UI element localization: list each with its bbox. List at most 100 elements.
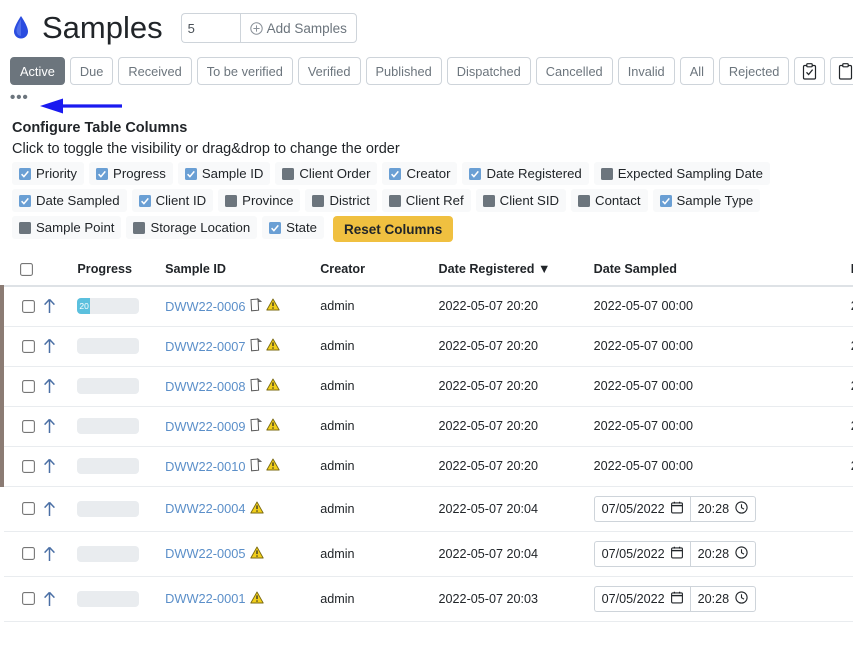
clock-icon[interactable] [735,591,748,607]
calendar-icon[interactable] [671,546,683,562]
table-row[interactable]: DWW22-0008admin2022-05-07 20:202022-05-0… [2,366,853,406]
tab-rejected[interactable]: Rejected [719,57,790,85]
sample-id-link[interactable]: DWW22-0005 [165,546,245,561]
column-toggle-client-id[interactable]: Client ID [132,189,214,212]
copy-document-icon[interactable] [250,298,262,315]
header-progress[interactable]: Progress [73,256,161,286]
column-toggle-label: Progress [113,166,166,181]
column-toggle-sample-type[interactable]: Sample Type [653,189,761,212]
clipboard-button[interactable] [830,57,853,85]
calendar-icon[interactable] [671,591,683,607]
warning-icon[interactable] [266,458,280,474]
warning-icon[interactable] [250,501,264,517]
sample-id-link[interactable]: DWW22-0007 [165,339,245,354]
header-next-column[interactable]: D [847,256,853,286]
clock-icon[interactable] [735,501,748,517]
calendar-icon[interactable] [671,501,683,517]
column-toggle-expected-sampling-date[interactable]: Expected Sampling Date [594,162,770,185]
header-date-sampled[interactable]: Date Sampled [590,256,847,286]
sample-id-link[interactable]: DWW22-0009 [165,419,245,434]
copy-document-icon[interactable] [250,458,262,475]
column-toggle-sample-id[interactable]: Sample ID [178,162,271,185]
annotation-arrow-icon [38,96,124,121]
sample-id-link[interactable]: DWW22-0010 [165,459,245,474]
column-toggle-date-registered[interactable]: Date Registered [462,162,588,185]
column-toggle-priority[interactable]: Priority [12,162,84,185]
row-date-sampled-cell: 2022-05-07 00:00 [590,406,847,446]
column-toggle-district[interactable]: District [305,189,376,212]
warning-icon[interactable] [266,298,280,314]
column-toggle-storage-location[interactable]: Storage Location [126,216,257,239]
column-toggle-contact[interactable]: Contact [571,189,647,212]
row-checkbox[interactable] [22,340,35,353]
tab-all[interactable]: All [680,57,714,85]
column-toggle-sample-point[interactable]: Sample Point [12,216,121,239]
tab-to-be-verified[interactable]: To be verified [197,57,293,85]
table-row[interactable]: DWW22-0005admin2022-05-07 20:0407/05/202… [2,531,853,576]
column-toggle-label: Date Sampled [36,193,120,208]
checkbox-checked-icon [19,195,31,207]
row-checkbox[interactable] [22,592,35,605]
warning-icon[interactable] [266,338,280,354]
column-toggle-date-sampled[interactable]: Date Sampled [12,189,127,212]
table-row[interactable]: 20DWW22-0006admin2022-05-07 20:202022-05… [2,286,853,326]
sample-id-link[interactable]: DWW22-0008 [165,379,245,394]
date-sampled-date-input[interactable]: 07/05/2022 [594,541,690,567]
column-toggle-creator[interactable]: Creator [382,162,457,185]
date-sampled-time-input[interactable]: 20:28 [690,496,757,522]
tab-due[interactable]: Due [70,57,113,85]
column-toggle-province[interactable]: Province [218,189,300,212]
add-samples-button[interactable]: Add Samples [240,13,357,43]
sample-count-input[interactable] [181,13,240,43]
warning-icon[interactable] [266,378,280,394]
copy-document-icon[interactable] [250,378,262,395]
header-creator[interactable]: Creator [316,256,434,286]
select-all-checkbox[interactable] [20,263,35,276]
clipboard-check-button[interactable] [794,57,825,85]
date-sampled-date-input[interactable]: 07/05/2022 [594,586,690,612]
date-sampled-time-input[interactable]: 20:28 [690,541,757,567]
sample-id-link[interactable]: DWW22-0006 [165,299,245,314]
table-row[interactable]: DWW22-0009admin2022-05-07 20:202022-05-0… [2,406,853,446]
tab-published[interactable]: Published [366,57,442,85]
column-toggle-label: Sample Type [677,193,754,208]
row-checkbox[interactable] [22,380,35,393]
date-sampled-time-input[interactable]: 20:28 [690,586,757,612]
row-priority-cell [39,446,74,486]
table-row[interactable]: DWW22-0010admin2022-05-07 20:202022-05-0… [2,446,853,486]
table-row[interactable]: DWW22-0001admin2022-05-07 20:0307/05/202… [2,576,853,621]
table-row[interactable]: DWW22-0007admin2022-05-07 20:202022-05-0… [2,326,853,366]
column-toggle-progress[interactable]: Progress [89,162,173,185]
row-checkbox[interactable] [22,502,35,515]
sample-id-link[interactable]: DWW22-0001 [165,591,245,606]
warning-icon[interactable] [266,418,280,434]
row-creator-cell: admin [316,446,434,486]
column-toggle-client-sid[interactable]: Client SID [476,189,566,212]
header-date-registered[interactable]: Date Registered ▼ [435,256,590,286]
tab-active[interactable]: Active [10,57,65,85]
progress-bar [77,418,139,434]
tab-received[interactable]: Received [118,57,191,85]
copy-document-icon[interactable] [250,338,262,355]
row-checkbox[interactable] [22,460,35,473]
warning-icon[interactable] [250,591,264,607]
column-toggle-client-ref[interactable]: Client Ref [382,189,471,212]
row-checkbox[interactable] [22,547,35,560]
column-toggle-state[interactable]: State [262,216,324,239]
date-sampled-date-input[interactable]: 07/05/2022 [594,496,690,522]
column-toggle-client-order[interactable]: Client Order [275,162,377,185]
table-row[interactable]: DWW22-0004admin2022-05-07 20:0407/05/202… [2,486,853,531]
sample-id-link[interactable]: DWW22-0004 [165,501,245,516]
row-checkbox[interactable] [22,300,35,313]
ellipsis-menu-button[interactable]: ••• [10,88,29,104]
reset-columns-button[interactable]: Reset Columns [333,216,453,242]
copy-document-icon[interactable] [250,418,262,435]
tab-invalid[interactable]: Invalid [618,57,675,85]
clock-icon[interactable] [735,546,748,562]
tab-dispatched[interactable]: Dispatched [447,57,531,85]
tab-verified[interactable]: Verified [298,57,361,85]
warning-icon[interactable] [250,546,264,562]
tab-cancelled[interactable]: Cancelled [536,57,613,85]
header-sample-id[interactable]: Sample ID [161,256,316,286]
row-checkbox[interactable] [22,420,35,433]
